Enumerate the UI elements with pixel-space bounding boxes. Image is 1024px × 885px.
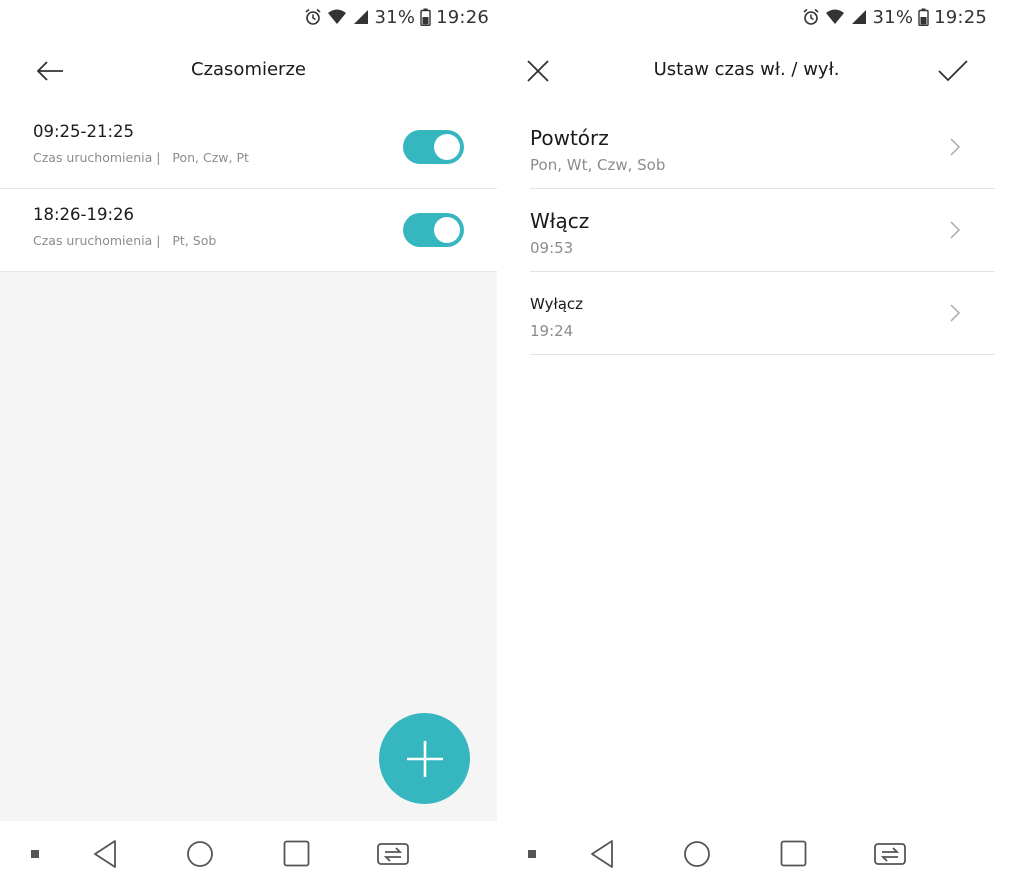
timer-list: 09:25-21:25 Czas uruchomienia | Pon, Czw… (0, 106, 497, 272)
screen-share-icon[interactable] (873, 839, 907, 869)
timer-subtitle: Czas uruchomienia | Pon, Czw, Pt (33, 150, 249, 165)
setting-label: Włącz (530, 209, 590, 233)
timer-time: 09:25-21:25 (33, 122, 135, 141)
turn-on-row[interactable]: Włącz 09:53 (530, 189, 995, 272)
timer-toggle[interactable] (403, 213, 464, 247)
repeat-row[interactable]: Powtórz Pon, Wt, Czw, Sob (530, 106, 995, 189)
menu-dot-icon[interactable] (31, 850, 40, 859)
timer-row[interactable]: 18:26-19:26 Czas uruchomienia | Pt, Sob (0, 189, 497, 272)
signal-icon (353, 10, 368, 24)
status-bar: 31% 19:26 (0, 0, 497, 34)
back-button[interactable] (33, 54, 67, 88)
recents-square-icon[interactable] (283, 839, 310, 869)
page-title: Czasomierze (191, 59, 306, 80)
chevron-right-icon (950, 304, 961, 322)
status-bar: 31% 19:25 (498, 0, 995, 34)
battery-icon (918, 8, 929, 26)
setting-label: Wyłącz (530, 295, 584, 313)
alarm-icon (803, 8, 819, 25)
timer-label: Czas uruchomienia | (33, 150, 161, 165)
setting-value: Pon, Wt, Czw, Sob (530, 156, 666, 174)
toggle-knob (434, 134, 460, 160)
plus-icon (406, 740, 443, 777)
set-time-screen: 31% 19:25 Ustaw czas wł. / wył. Powtórz … (498, 0, 995, 885)
timer-toggle[interactable] (403, 130, 464, 164)
home-circle-icon[interactable] (683, 839, 711, 869)
screen-share-icon[interactable] (376, 839, 410, 869)
arrow-left-icon (36, 61, 63, 81)
toggle-knob (434, 217, 460, 243)
close-button[interactable] (521, 54, 555, 88)
home-circle-icon[interactable] (186, 839, 214, 869)
settings-list: Powtórz Pon, Wt, Czw, Sob Włącz 09:53 Wy… (530, 106, 995, 355)
title-bar: Czasomierze (0, 34, 497, 106)
battery-percent: 31% (872, 6, 914, 28)
title-bar: Ustaw czas wł. / wył. (498, 34, 995, 106)
status-time: 19:25 (934, 6, 987, 28)
alarm-icon (305, 8, 321, 25)
confirm-button[interactable] (936, 54, 970, 88)
battery-percent: 31% (374, 6, 416, 28)
timer-days: Pt, Sob (172, 233, 217, 248)
navigation-bar (0, 821, 497, 885)
page-title: Ustaw czas wł. / wył. (653, 59, 840, 80)
setting-value: 09:53 (530, 239, 574, 257)
timer-label: Czas uruchomienia | (33, 233, 161, 248)
timers-screen: 31% 19:26 Czasomierze 09:25-21:25 Czas u… (0, 0, 497, 885)
wifi-icon (825, 9, 844, 24)
back-triangle-icon[interactable] (589, 839, 615, 869)
chevron-right-icon (950, 221, 961, 239)
navigation-bar (498, 821, 995, 885)
add-timer-button[interactable] (379, 713, 470, 804)
timer-days: Pon, Czw, Pt (172, 150, 249, 165)
status-time: 19:26 (436, 6, 489, 28)
signal-icon (851, 10, 866, 24)
setting-label: Powtórz (530, 126, 609, 150)
chevron-right-icon (950, 138, 961, 156)
menu-dot-icon[interactable] (528, 850, 537, 859)
back-triangle-icon[interactable] (92, 839, 118, 869)
timer-subtitle: Czas uruchomienia | Pt, Sob (33, 233, 216, 248)
wifi-icon (327, 9, 346, 24)
check-icon (938, 60, 968, 82)
battery-icon (420, 8, 431, 26)
recents-square-icon[interactable] (780, 839, 807, 869)
timer-row[interactable]: 09:25-21:25 Czas uruchomienia | Pon, Czw… (0, 106, 497, 189)
screen-gutter (995, 0, 1024, 885)
setting-value: 19:24 (530, 322, 574, 340)
timer-time: 18:26-19:26 (33, 205, 135, 224)
turn-off-row[interactable]: Wyłącz 19:24 (530, 272, 995, 355)
close-icon (527, 60, 549, 82)
